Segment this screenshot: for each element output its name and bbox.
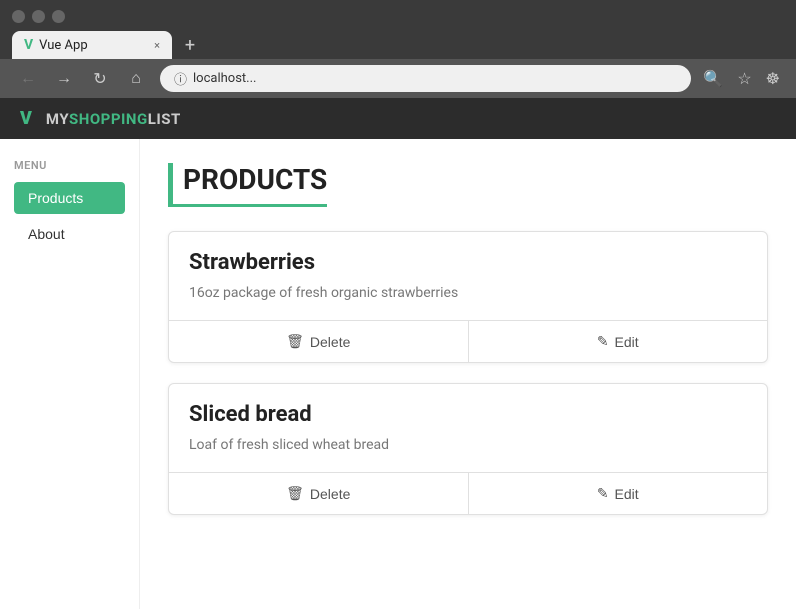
browser-actions: 🔍 ☆ ☸	[703, 69, 780, 89]
edit-icon: ✎	[597, 333, 609, 350]
back-button[interactable]: ←	[16, 67, 40, 91]
menu-label: MENU	[14, 159, 125, 172]
delete-label: Delete	[310, 334, 350, 350]
traffic-light-minimize[interactable]	[32, 10, 45, 23]
edit-button[interactable]: ✎ Edit	[469, 473, 768, 514]
tab-favicon-icon: V	[24, 37, 33, 53]
tab-close-icon[interactable]: ×	[154, 39, 160, 52]
refresh-button[interactable]: ↻	[88, 67, 112, 91]
tab-bar: V Vue App × +	[12, 31, 784, 59]
address-input[interactable]: ⓘ localhost...	[160, 65, 691, 92]
app-body: MENU Products About PRODUCTS Strawberrie…	[0, 139, 796, 609]
product-card-body: Strawberries 16oz package of fresh organ…	[169, 232, 767, 320]
app-header: V MYSHOPPINGLIST	[0, 98, 796, 139]
product-card-actions: 🗑 Delete ✎ Edit	[169, 320, 767, 362]
product-card-body: Sliced bread Loaf of fresh sliced wheat …	[169, 384, 767, 472]
reading-list-button[interactable]: ☸	[766, 69, 780, 89]
traffic-light-maximize[interactable]	[52, 10, 65, 23]
sidebar-item-products[interactable]: Products	[14, 182, 125, 214]
product-name: Sliced bread	[189, 402, 747, 427]
product-description: Loaf of fresh sliced wheat bread	[189, 435, 747, 456]
edit-label: Edit	[615, 334, 639, 350]
vue-logo: V	[20, 108, 32, 129]
browser-chrome: V Vue App × +	[0, 0, 796, 59]
zoom-button[interactable]: 🔍	[703, 69, 723, 89]
product-card: Strawberries 16oz package of fresh organ…	[168, 231, 768, 363]
edit-icon: ✎	[597, 485, 609, 502]
browser-tab[interactable]: V Vue App ×	[12, 31, 172, 59]
app-title: MYSHOPPINGLIST	[46, 110, 181, 128]
delete-button[interactable]: 🗑 Delete	[169, 321, 469, 362]
trash-icon: 🗑	[286, 333, 304, 350]
address-bar: ← → ↻ ⌂ ⓘ localhost... 🔍 ☆ ☸	[0, 59, 796, 98]
delete-button[interactable]: 🗑 Delete	[169, 473, 469, 514]
address-text: localhost...	[193, 71, 677, 86]
sidebar: MENU Products About	[0, 139, 140, 609]
traffic-lights	[12, 10, 784, 23]
page-title: PRODUCTS	[168, 163, 327, 207]
trash-icon: 🗑	[286, 485, 304, 502]
main-content: PRODUCTS Strawberries 16oz package of fr…	[140, 139, 796, 609]
product-card: Sliced bread Loaf of fresh sliced wheat …	[168, 383, 768, 515]
new-tab-button[interactable]: +	[176, 31, 204, 59]
product-name: Strawberries	[189, 250, 747, 275]
forward-button[interactable]: →	[52, 67, 76, 91]
delete-label: Delete	[310, 486, 350, 502]
address-info-icon: ⓘ	[174, 69, 187, 88]
product-card-actions: 🗑 Delete ✎ Edit	[169, 472, 767, 514]
traffic-light-close[interactable]	[12, 10, 25, 23]
edit-label: Edit	[615, 486, 639, 502]
tab-title: Vue App	[39, 38, 87, 53]
bookmark-button[interactable]: ☆	[737, 69, 751, 89]
sidebar-item-about[interactable]: About	[14, 218, 125, 250]
home-button[interactable]: ⌂	[124, 67, 148, 91]
edit-button[interactable]: ✎ Edit	[469, 321, 768, 362]
product-description: 16oz package of fresh organic strawberri…	[189, 283, 747, 304]
